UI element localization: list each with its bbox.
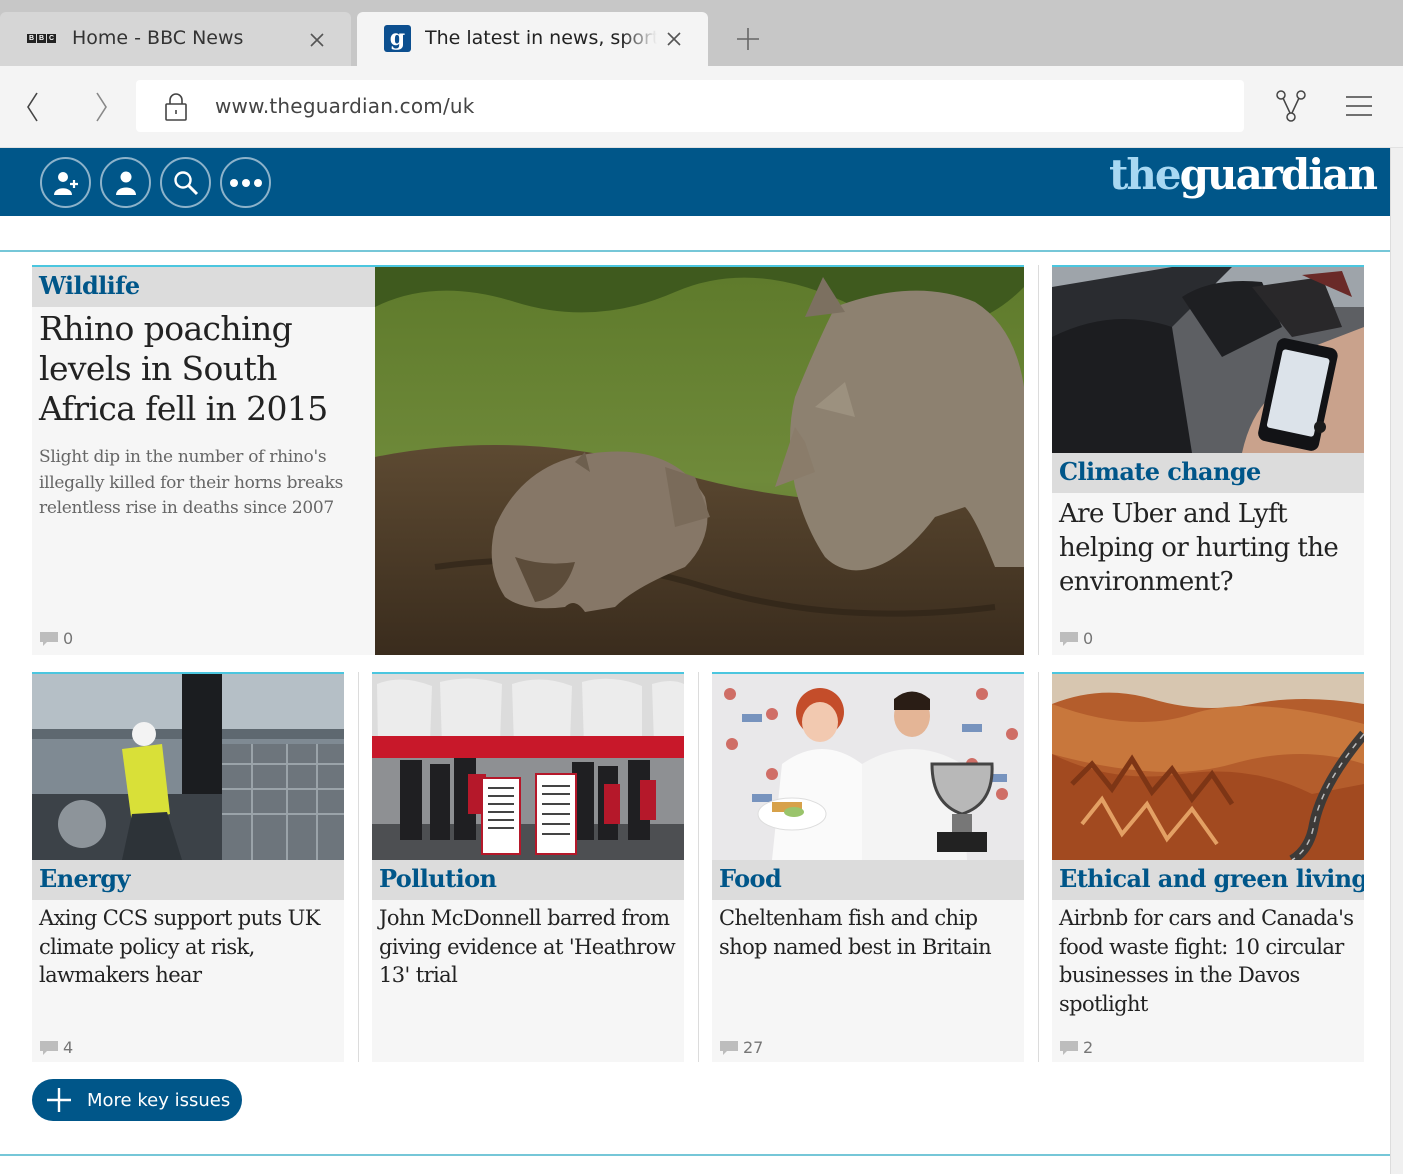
- energy-kicker[interactable]: Energy: [32, 860, 344, 900]
- add-user-icon: [53, 171, 78, 195]
- more-key-issues-button[interactable]: More key issues: [32, 1079, 242, 1121]
- branch-icon[interactable]: [1274, 88, 1308, 124]
- section-divider: [0, 250, 1390, 252]
- page-scrollbar[interactable]: [1390, 148, 1403, 1174]
- tab-title: The latest in news, sports and opinion: [425, 27, 657, 49]
- comment-icon: [40, 1040, 58, 1055]
- rhino-photo[interactable]: [375, 267, 1024, 655]
- guardian-logo[interactable]: theguardian: [1109, 150, 1378, 199]
- search-button[interactable]: [160, 157, 211, 208]
- comment-count[interactable]: 0: [1059, 629, 1093, 648]
- lead-standfirst: Slight dip in the number of rhino's ille…: [39, 447, 344, 518]
- ethical-living-headline[interactable]: Airbnb for cars and Canada's food waste …: [1059, 904, 1359, 1018]
- column-divider: [1038, 672, 1039, 1062]
- protest-photo[interactable]: [372, 674, 684, 860]
- comment-icon: [1060, 1040, 1078, 1055]
- column-divider: [358, 672, 359, 1062]
- url-text[interactable]: www.theguardian.com/uk: [215, 94, 475, 118]
- energy-worker-photo[interactable]: [32, 674, 344, 860]
- lead-story-card[interactable]: Wildlife Rhino poaching levels in South …: [32, 265, 1024, 655]
- tab-title: Home - BBC News: [72, 27, 244, 49]
- bbc-favicon-icon: BBC: [27, 34, 56, 43]
- tab-guardian[interactable]: g The latest in news, sports and opinion: [357, 12, 708, 66]
- back-arrow-icon[interactable]: [20, 90, 46, 124]
- pollution-kicker[interactable]: Pollution: [372, 860, 684, 900]
- profile-button[interactable]: [100, 157, 151, 208]
- address-bar[interactable]: www.theguardian.com/uk: [136, 80, 1244, 132]
- comment-icon: [40, 631, 58, 646]
- section-divider: [0, 1154, 1390, 1156]
- lock-icon: [165, 93, 187, 121]
- close-icon[interactable]: [306, 29, 328, 51]
- food-kicker[interactable]: Food: [712, 860, 1024, 900]
- food-headline[interactable]: Cheltenham fish and chip shop named best…: [719, 904, 1019, 961]
- side-headline[interactable]: Are Uber and Lyft helping or hurting the…: [1059, 497, 1359, 599]
- comment-count[interactable]: 2: [1059, 1038, 1093, 1057]
- comment-icon: [1060, 631, 1078, 646]
- comment-count[interactable]: 4: [39, 1038, 73, 1057]
- tab-bbc-news[interactable]: BBC Home - BBC News: [0, 12, 351, 66]
- story-card-pollution[interactable]: Pollution John McDonnell barred from giv…: [372, 672, 684, 1062]
- canyon-road-photo[interactable]: [1052, 674, 1364, 860]
- add-user-button[interactable]: [40, 157, 91, 208]
- new-tab-icon[interactable]: [733, 24, 763, 54]
- story-card-food[interactable]: Food Cheltenham fish and chip shop named…: [712, 672, 1024, 1062]
- guardian-header: theguardian: [0, 148, 1390, 216]
- column-divider: [698, 672, 699, 1062]
- side-kicker[interactable]: Climate change: [1052, 453, 1364, 493]
- ethical-living-kicker[interactable]: Ethical and green living: [1052, 860, 1364, 900]
- side-story-card[interactable]: Climate change Are Uber and Lyft helping…: [1052, 265, 1364, 655]
- guardian-favicon-icon: g: [384, 25, 411, 52]
- story-card-energy[interactable]: Energy Axing CCS support puts UK climate…: [32, 672, 344, 1062]
- user-icon: [115, 171, 136, 195]
- lead-kicker[interactable]: Wildlife: [32, 267, 375, 307]
- lead-headline[interactable]: Rhino poaching levels in South Africa fe…: [39, 309, 359, 429]
- more-icon: [229, 178, 262, 187]
- hamburger-menu-icon[interactable]: [1344, 94, 1374, 118]
- forward-arrow-icon[interactable]: [88, 90, 114, 124]
- browser-toolbar: www.theguardian.com/uk: [0, 66, 1403, 148]
- taxi-phone-photo[interactable]: [1052, 267, 1364, 453]
- pollution-headline[interactable]: John McDonnell barred from giving eviden…: [379, 904, 679, 990]
- story-card-ethical-living[interactable]: Ethical and green living Airbnb for cars…: [1052, 672, 1364, 1062]
- more-options-button[interactable]: [220, 157, 271, 208]
- tab-strip: BBC Home - BBC News g The latest in news…: [0, 0, 1403, 66]
- comment-count[interactable]: 0: [39, 629, 73, 648]
- column-divider: [1038, 265, 1039, 655]
- energy-headline[interactable]: Axing CCS support puts UK climate policy…: [39, 904, 339, 990]
- search-icon: [173, 170, 198, 195]
- chefs-trophy-photo[interactable]: [712, 674, 1024, 860]
- close-icon[interactable]: [663, 28, 685, 50]
- plus-icon: [47, 1088, 71, 1112]
- comment-icon: [720, 1040, 738, 1055]
- comment-count[interactable]: 27: [719, 1038, 763, 1057]
